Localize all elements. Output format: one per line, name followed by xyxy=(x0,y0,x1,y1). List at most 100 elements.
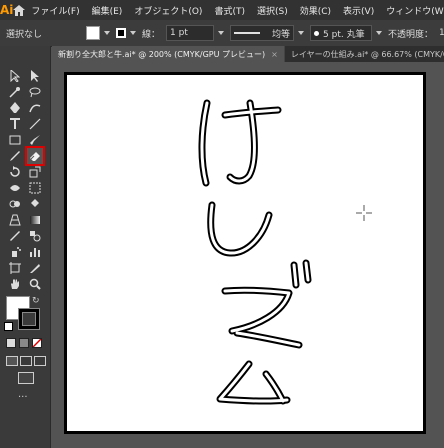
home-icon[interactable] xyxy=(13,0,26,20)
tab-label: 新割り全大郎と牛.ai* @ 200% (CMYK/GPU プレビュー) xyxy=(58,49,266,59)
menu-file[interactable]: ファイル(F) xyxy=(25,4,85,17)
stroke-weight-control[interactable]: 1 pt xyxy=(166,25,225,41)
menu-edit[interactable]: 編集(E) xyxy=(86,4,129,17)
pencil-tool[interactable] xyxy=(6,148,24,164)
slice-tool[interactable] xyxy=(26,260,44,276)
tab-document-2[interactable]: レイヤーの仕組み.ai* @ 66.67% (CMYK/GPU プレビュー) × xyxy=(285,46,444,62)
fill-swatch[interactable] xyxy=(86,26,101,40)
draw-behind-icon[interactable] xyxy=(20,356,32,366)
gradient-icon xyxy=(30,216,40,224)
pen-icon xyxy=(10,102,20,113)
free-transform-icon xyxy=(29,182,41,194)
stroke-color-control[interactable] xyxy=(116,28,137,38)
rectangle-tool[interactable] xyxy=(6,132,24,148)
close-icon[interactable]: × xyxy=(271,50,278,59)
type-tool[interactable] xyxy=(6,116,24,132)
rotate-tool[interactable] xyxy=(6,164,24,180)
canvas-area[interactable] xyxy=(52,62,444,448)
opacity-value[interactable]: 10 xyxy=(439,28,444,38)
tools-panel: ↻ ··· xyxy=(0,46,51,448)
stroke-swatch[interactable] xyxy=(116,28,127,38)
fill-mode-gradient-icon[interactable] xyxy=(19,338,29,348)
variable-width-profile[interactable]: 均等 xyxy=(230,25,305,41)
eraser-icon xyxy=(30,152,40,161)
blend-icon xyxy=(30,231,41,242)
bar-graph-icon xyxy=(30,248,40,257)
knife-icon xyxy=(30,264,40,273)
profile-label: 均等 xyxy=(272,29,291,40)
arrow-icon xyxy=(10,70,20,82)
artboard[interactable] xyxy=(64,72,426,434)
rotate-icon xyxy=(10,166,20,177)
blend-tool[interactable] xyxy=(26,228,44,244)
default-colors-icon[interactable] xyxy=(4,322,13,331)
hand-tool[interactable] xyxy=(6,276,24,292)
scale-icon xyxy=(29,166,41,178)
shape-builder-tool[interactable] xyxy=(6,196,24,212)
tab-document-1[interactable]: 新割り全大郎と牛.ai* @ 200% (CMYK/GPU プレビュー) × xyxy=(52,46,285,62)
magic-wand-icon xyxy=(9,87,20,98)
artwork-strokes xyxy=(198,99,312,405)
gradient-tool[interactable] xyxy=(26,212,44,228)
perspective-grid-tool[interactable] xyxy=(6,212,24,228)
crosshair-cursor-icon xyxy=(356,205,372,221)
menu-view[interactable]: 表示(V) xyxy=(337,4,380,17)
pen-tool[interactable] xyxy=(6,100,24,116)
artboard-tool[interactable] xyxy=(6,260,24,276)
control-bar: 選択なし 線： 1 pt 均等 5 pt. 丸筆 不透明度： 10 xyxy=(0,20,444,47)
stroke-color-box[interactable] xyxy=(18,308,40,330)
pencil-icon xyxy=(10,151,20,161)
chevron-down-icon[interactable] xyxy=(130,31,137,35)
draw-normal-icon[interactable] xyxy=(6,356,18,366)
line-tool[interactable] xyxy=(26,116,44,132)
symbol-sprayer-icon xyxy=(12,247,21,257)
opacity-label: 不透明度： xyxy=(388,29,434,40)
chevron-down-icon[interactable] xyxy=(218,31,225,35)
scale-tool[interactable] xyxy=(26,164,44,180)
chevron-down-icon[interactable] xyxy=(376,31,383,35)
hand-icon xyxy=(11,279,19,289)
zoom-tool[interactable] xyxy=(26,276,44,292)
selection-tool[interactable] xyxy=(6,68,24,84)
brush-dot-icon xyxy=(314,30,320,36)
line-icon xyxy=(29,118,41,130)
swap-colors-icon[interactable]: ↻ xyxy=(32,296,40,306)
fill-mode-color-icon[interactable] xyxy=(6,338,16,348)
lasso-icon xyxy=(29,87,41,98)
draw-inside-icon[interactable] xyxy=(34,356,46,366)
direct-selection-tool[interactable] xyxy=(26,68,44,84)
curvature-tool[interactable] xyxy=(26,100,44,116)
live-paint-tool[interactable] xyxy=(26,196,44,212)
menu-window[interactable]: ウィンドウ(W) xyxy=(380,4,444,17)
eyedropper-tool[interactable] xyxy=(6,228,24,244)
profile-field[interactable]: 均等 xyxy=(230,25,295,41)
width-icon xyxy=(10,185,20,191)
brush-field[interactable]: 5 pt. 丸筆 xyxy=(310,25,373,41)
selection-status: 選択なし xyxy=(6,29,43,40)
menu-bar: Ai ファイル(F) 編集(E) オブジェクト(O) 書式(T) 選択(S) 効… xyxy=(0,0,444,20)
menu-type[interactable]: 書式(T) xyxy=(208,4,251,17)
lasso-tool[interactable] xyxy=(26,84,44,100)
menu-object[interactable]: オブジェクト(O) xyxy=(128,4,208,17)
app-logo: Ai xyxy=(0,3,14,17)
screen-mode-icon[interactable] xyxy=(18,372,34,384)
column-graph-tool[interactable] xyxy=(26,244,44,260)
chevron-down-icon[interactable] xyxy=(298,31,305,35)
stroke-label: 線： xyxy=(142,29,161,40)
chevron-down-icon[interactable] xyxy=(104,31,111,35)
eraser-tool[interactable] xyxy=(25,146,45,166)
magnifier-icon xyxy=(29,278,41,290)
width-tool[interactable] xyxy=(6,180,24,196)
free-transform-tool[interactable] xyxy=(26,180,44,196)
symbol-sprayer-tool[interactable] xyxy=(6,244,24,260)
eyedropper-icon xyxy=(10,231,20,241)
magic-wand-tool[interactable] xyxy=(6,84,24,100)
brush-definition[interactable]: 5 pt. 丸筆 xyxy=(310,25,383,41)
menu-select[interactable]: 選択(S) xyxy=(251,4,294,17)
fill-color-control[interactable] xyxy=(86,26,111,40)
menu-effect[interactable]: 効果(C) xyxy=(294,4,337,17)
fill-mode-none-icon[interactable] xyxy=(32,338,42,348)
stroke-weight-field[interactable]: 1 pt xyxy=(166,25,215,41)
rectangle-icon xyxy=(9,135,21,145)
more-tools-icon[interactable]: ··· xyxy=(18,392,28,403)
